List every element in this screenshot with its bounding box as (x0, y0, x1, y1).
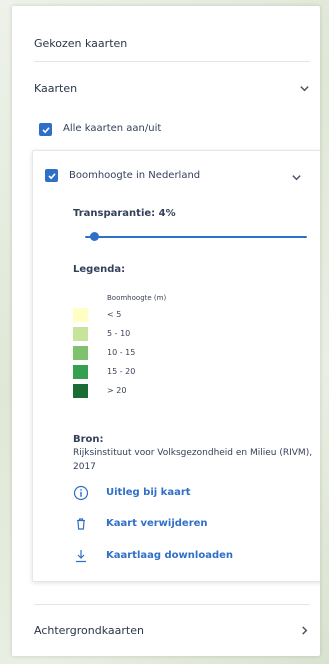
legend-swatch (73, 365, 88, 379)
maps-section-header[interactable]: Kaarten (34, 82, 77, 95)
download-icon[interactable] (73, 548, 89, 564)
legend-item-label: 15 - 20 (107, 367, 136, 376)
download-link[interactable]: Kaartlaag downloaden (106, 550, 233, 561)
all-maps-checkbox[interactable] (39, 123, 52, 136)
transparency-slider-thumb[interactable] (89, 232, 99, 241)
divider (34, 61, 310, 62)
legend-item-label: 5 - 10 (107, 329, 131, 338)
layer-card: Boomhoogte in Nederland Transparantie: 4… (32, 150, 320, 582)
transparency-slider-track[interactable] (85, 236, 307, 238)
all-maps-label: Alle kaarten aan/uit (63, 123, 162, 134)
legend-swatch (73, 384, 88, 398)
layer-name: Boomhoogte in Nederland (69, 170, 201, 181)
source-title: Bron: (73, 434, 104, 445)
legend-swatch (73, 346, 88, 360)
chevron-right-icon[interactable] (297, 623, 311, 637)
legend-title: Legenda: (73, 264, 126, 275)
chevron-down-icon[interactable] (289, 170, 303, 184)
info-link[interactable]: Uitleg bij kaart (106, 487, 191, 498)
trash-icon[interactable] (73, 516, 89, 532)
legend-heading: Boomhoogte (m) (107, 294, 167, 302)
legend-item-label: < 5 (107, 310, 122, 319)
legend-item-label: 10 - 15 (107, 348, 136, 357)
layer-checkbox[interactable] (45, 169, 58, 182)
selected-maps-title: Gekozen kaarten (34, 37, 128, 50)
divider (34, 604, 310, 605)
source-text: Rijksinstituut voor Volksgezondheid en M… (73, 448, 313, 472)
legend-swatch (73, 308, 88, 322)
info-icon[interactable] (73, 485, 89, 501)
transparency-label: Transparantie: 4% (73, 208, 176, 219)
remove-link[interactable]: Kaart verwijderen (106, 518, 208, 529)
background-maps-header[interactable]: Achtergrondkaarten (34, 624, 144, 637)
layers-panel: Gekozen kaarten Kaarten Alle kaarten aan… (12, 6, 320, 656)
legend-swatch (73, 327, 88, 341)
legend-item-label: > 20 (107, 386, 127, 395)
chevron-down-icon[interactable] (297, 81, 311, 95)
